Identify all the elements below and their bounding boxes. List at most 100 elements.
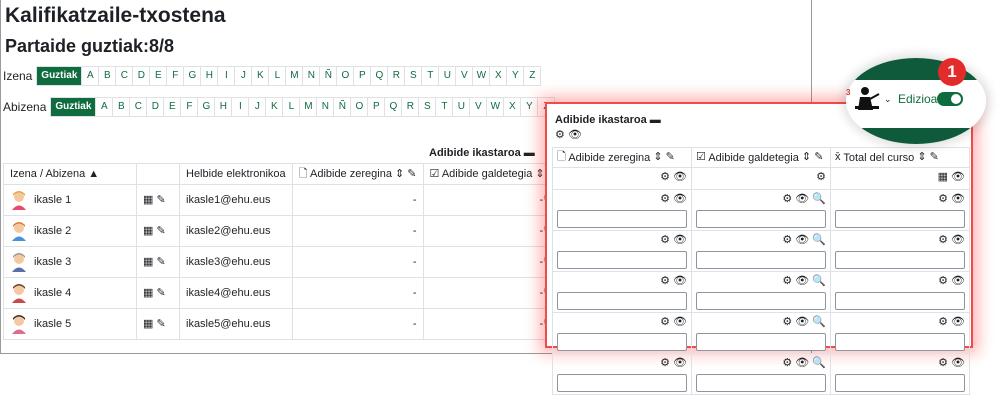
last-name-letter[interactable]: X — [504, 98, 522, 116]
last-name-letter[interactable]: A — [96, 98, 114, 116]
first-name-letter[interactable]: Q — [371, 67, 389, 85]
edit-mode-switch[interactable] — [937, 92, 963, 106]
first-name-all-button[interactable]: Guztiak — [37, 67, 83, 85]
last-name-letter[interactable]: Y — [521, 98, 539, 116]
first-name-letter[interactable]: P — [354, 67, 372, 85]
last-name-letter[interactable]: V — [470, 98, 488, 116]
grade-input[interactable] — [696, 333, 826, 351]
eye-icon[interactable]: 👁 — [951, 316, 965, 328]
first-name-letter[interactable]: N — [303, 67, 321, 85]
grade-input[interactable] — [696, 292, 826, 310]
grade-input[interactable] — [557, 333, 687, 351]
last-name-letter[interactable]: O — [351, 98, 369, 116]
first-name-letter[interactable]: A — [82, 67, 100, 85]
eye-icon[interactable]: 👁 — [673, 275, 687, 287]
last-name-letter[interactable]: G — [198, 98, 216, 116]
student-name[interactable]: ikasle 2 — [34, 225, 71, 237]
first-name-letter[interactable]: M — [286, 67, 304, 85]
first-name-letter[interactable]: Y — [507, 67, 525, 85]
last-name-letter[interactable]: R — [402, 98, 420, 116]
first-name-letter[interactable]: K — [252, 67, 270, 85]
gear-icon[interactable]: ⚙ — [938, 275, 948, 287]
sort-icon[interactable]: ⇕ — [917, 152, 926, 163]
grade-input[interactable] — [696, 374, 826, 392]
sort-up-icon[interactable]: ▲ — [88, 168, 99, 180]
overlay-quiz-header[interactable]: ☑ Adibide galdetegia ⇕ ✎ — [691, 147, 831, 168]
eye-icon[interactable]: 👁 — [673, 234, 687, 246]
collapse-icon[interactable]: ▬ — [650, 114, 661, 126]
first-name-letter[interactable]: T — [422, 67, 440, 85]
first-name-letter[interactable]: C — [116, 67, 134, 85]
grade-input[interactable] — [835, 292, 965, 310]
first-name-letter[interactable]: H — [201, 67, 219, 85]
last-name-letter[interactable]: K — [266, 98, 284, 116]
pencil-icon[interactable]: ✎ — [407, 168, 416, 180]
grade-input[interactable] — [557, 292, 687, 310]
eye-icon[interactable]: 👁 — [673, 171, 687, 183]
eye-icon[interactable]: 👁 — [673, 316, 687, 328]
eye-icon[interactable]: 👁 — [795, 275, 809, 287]
first-name-letter[interactable]: G — [184, 67, 202, 85]
name-column-header[interactable]: Izena / Abizena ▲ — [3, 163, 137, 185]
eye-icon[interactable]: 👁 — [951, 193, 965, 205]
zoom-icon[interactable]: 🔍 — [812, 275, 826, 287]
eye-icon[interactable]: 👁 — [795, 316, 809, 328]
gear-icon[interactable]: ⚙ — [660, 316, 670, 328]
last-name-letter[interactable]: P — [368, 98, 386, 116]
first-name-letter[interactable]: Ñ — [320, 67, 338, 85]
grade-input[interactable] — [835, 374, 965, 392]
table-icon[interactable]: ▦ — [143, 287, 153, 299]
collapse-icon[interactable]: ▬ — [524, 147, 535, 159]
assignment-column-header[interactable]: 🗋 Adibide zeregina ⇕ ✎ — [291, 163, 424, 185]
overlay-assignment-header[interactable]: 🗋 Adibide zeregina ⇕ ✎ — [552, 147, 692, 168]
student-name[interactable]: ikasle 4 — [34, 287, 71, 299]
grade-input[interactable] — [696, 210, 826, 228]
first-name-letter[interactable]: V — [456, 67, 474, 85]
zoom-icon[interactable]: 🔍 — [812, 234, 826, 246]
last-name-letter[interactable]: E — [164, 98, 182, 116]
gear-icon[interactable]: ⚙ — [816, 171, 826, 183]
last-name-all-button[interactable]: Guztiak — [51, 98, 97, 116]
gear-icon[interactable]: ⚙ — [938, 316, 948, 328]
first-name-letter[interactable]: Z — [524, 67, 540, 85]
first-name-letter[interactable]: O — [337, 67, 355, 85]
grade-input[interactable] — [557, 374, 687, 392]
eye-icon[interactable]: 👁 — [951, 234, 965, 246]
quiz-column-header[interactable]: ☑ Adibide galdetegia ⇕ ✎ — [422, 163, 564, 185]
eye-icon[interactable]: 👁 — [951, 357, 965, 369]
sort-icon[interactable]: ⇕ — [535, 168, 544, 180]
eye-icon[interactable]: 👁 — [951, 171, 965, 183]
eye-icon[interactable]: 👁 — [673, 193, 687, 205]
pencil-icon[interactable]: ✎ — [156, 256, 165, 268]
pencil-icon[interactable]: ✎ — [156, 225, 165, 237]
gear-icon[interactable]: ⚙ — [938, 234, 948, 246]
last-name-letter[interactable]: U — [453, 98, 471, 116]
last-name-letter[interactable]: B — [113, 98, 131, 116]
last-name-letter[interactable]: C — [130, 98, 148, 116]
last-name-letter[interactable]: Ñ — [334, 98, 352, 116]
first-name-letter[interactable]: U — [439, 67, 457, 85]
first-name-letter[interactable]: D — [133, 67, 151, 85]
eye-icon[interactable]: 👁 — [795, 234, 809, 246]
student-name[interactable]: ikasle 5 — [34, 318, 71, 330]
gear-icon[interactable]: ⚙ — [660, 234, 670, 246]
table-icon[interactable]: ▦ — [143, 318, 153, 330]
table-icon[interactable]: ▦ — [143, 225, 153, 237]
pencil-icon[interactable]: ✎ — [930, 152, 939, 163]
first-name-letter[interactable]: J — [235, 67, 253, 85]
grade-input[interactable] — [557, 251, 687, 269]
eye-icon[interactable]: 👁 — [795, 357, 809, 369]
gear-icon[interactable]: ⚙ — [555, 129, 565, 141]
first-name-letter[interactable]: F — [167, 67, 185, 85]
grade-input[interactable] — [835, 333, 965, 351]
last-name-letter[interactable]: S — [419, 98, 437, 116]
student-name[interactable]: ikasle 3 — [34, 256, 71, 268]
gear-icon[interactable]: ⚙ — [660, 171, 670, 183]
first-name-letter[interactable]: B — [99, 67, 117, 85]
gear-icon[interactable]: ⚙ — [782, 316, 792, 328]
sort-icon[interactable]: ⇕ — [802, 152, 811, 163]
gear-icon[interactable]: ⚙ — [938, 193, 948, 205]
gear-icon[interactable]: ⚙ — [782, 193, 792, 205]
gear-icon[interactable]: ⚙ — [782, 234, 792, 246]
zoom-icon[interactable]: 🔍 — [812, 193, 826, 205]
